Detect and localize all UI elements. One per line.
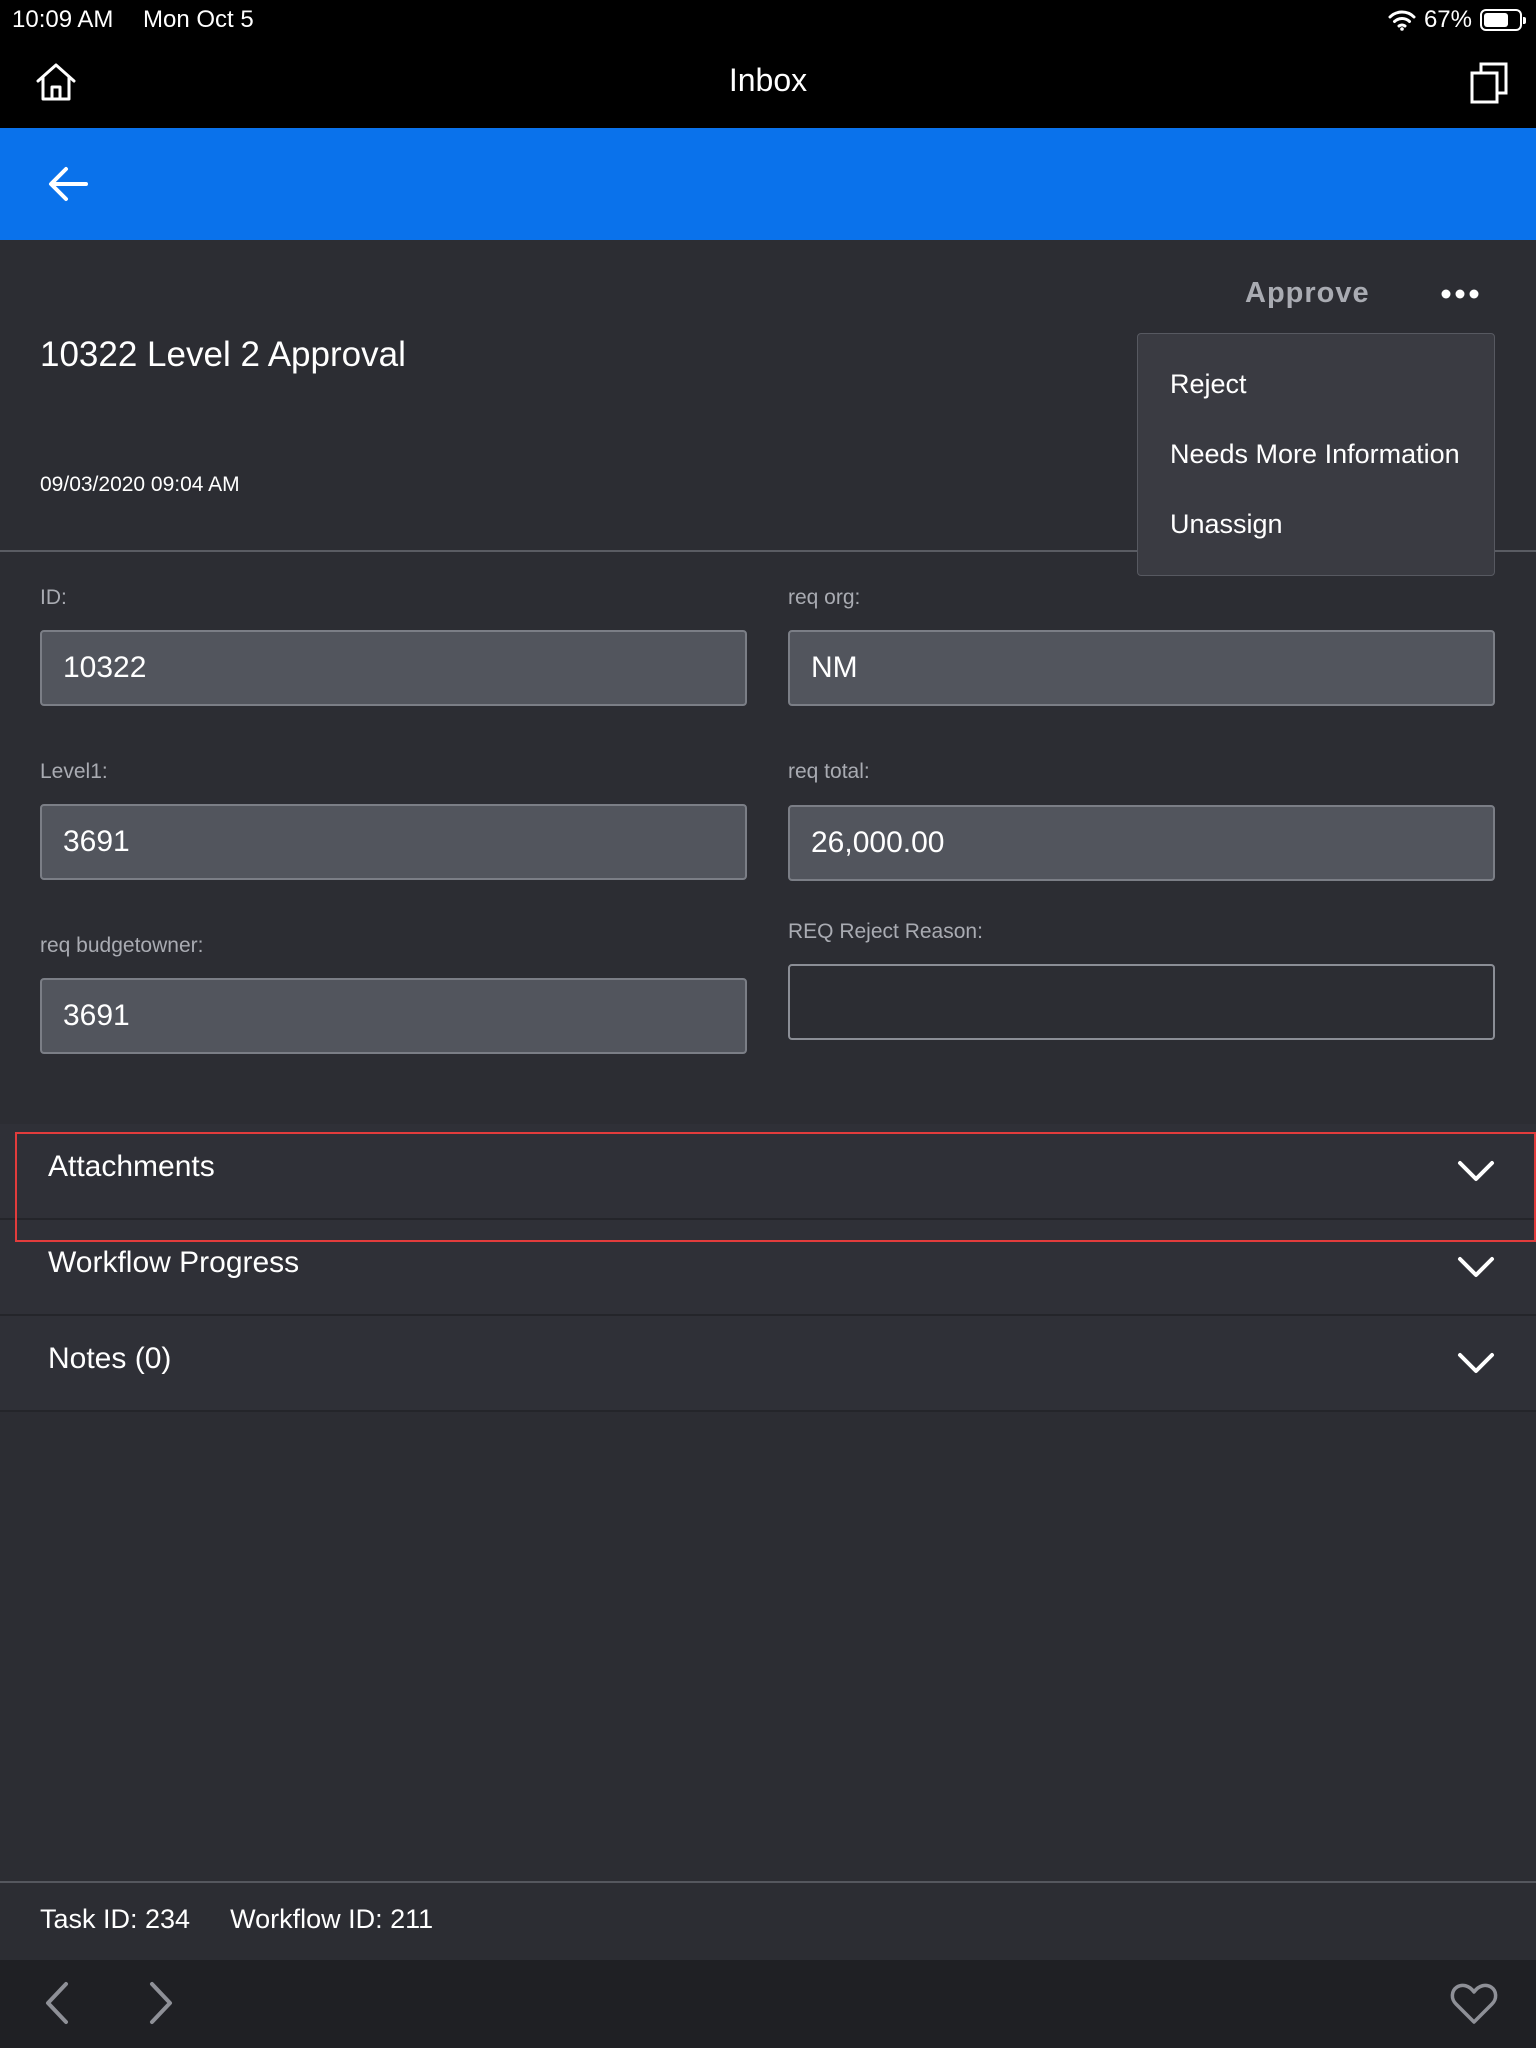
level1-field[interactable]: 3691 — [40, 804, 747, 880]
req-total-label: req total: — [788, 760, 870, 783]
windows-icon[interactable] — [1469, 61, 1509, 105]
status-indicators: 67% — [1388, 6, 1526, 34]
battery-icon — [1480, 9, 1526, 31]
status-date: Mon Oct 5 — [143, 6, 254, 33]
req-budgetowner-label: req budgetowner: — [40, 934, 204, 957]
more-options-menu: Reject Needs More Information Unassign — [1137, 333, 1495, 576]
id-field[interactable]: 10322 — [40, 630, 747, 706]
attachments-section[interactable]: Attachments — [0, 1124, 1536, 1220]
notes-section[interactable]: Notes (0) — [0, 1316, 1536, 1412]
id-label: ID: — [40, 586, 67, 609]
workflow-id: Workflow ID: 211 — [230, 1904, 434, 1934]
req-org-label: req org: — [788, 586, 861, 609]
req-org-field[interactable]: NM — [788, 630, 1495, 706]
task-date: 09/03/2020 09:04 AM — [40, 473, 240, 496]
req-reject-reason-field[interactable] — [788, 964, 1495, 1040]
task-id: Task ID: 234 — [40, 1904, 191, 1934]
chevron-left-icon[interactable] — [42, 1980, 72, 2026]
chevron-down-icon[interactable] — [1456, 1351, 1496, 1375]
chevron-down-icon[interactable] — [1456, 1255, 1496, 1279]
nav-bar: Inbox — [0, 40, 1536, 128]
req-total-field[interactable]: 26,000.00 — [788, 805, 1495, 881]
menu-item-needs-more-information[interactable]: Needs More Information — [1170, 439, 1460, 470]
footer-ids: Task ID: 234 Workflow ID: 211 — [40, 1904, 433, 1935]
back-arrow-icon[interactable] — [46, 164, 90, 204]
workflow-progress-label: Workflow Progress — [48, 1246, 300, 1279]
approve-button[interactable]: Approve — [1245, 277, 1370, 310]
req-budgetowner-field[interactable]: 3691 — [40, 978, 747, 1054]
workflow-progress-section[interactable]: Workflow Progress — [0, 1220, 1536, 1316]
app-header — [0, 128, 1536, 240]
status-bar: 10:09 AM Mon Oct 5 67% — [0, 0, 1536, 40]
attachments-label: Attachments — [48, 1150, 215, 1183]
task-title: 10322 Level 2 Approval — [40, 335, 406, 374]
chevron-down-icon[interactable] — [1456, 1159, 1496, 1183]
nav-title: Inbox — [728, 62, 808, 98]
footer-divider — [0, 1881, 1536, 1883]
notes-label: Notes (0) — [48, 1342, 172, 1375]
battery-percent: 67% — [1423, 6, 1472, 33]
req-reject-reason-label: REQ Reject Reason: — [788, 920, 983, 943]
level1-label: Level1: — [40, 760, 108, 783]
wifi-icon — [1388, 10, 1416, 31]
menu-item-unassign[interactable]: Unassign — [1170, 509, 1283, 540]
status-time: 10:09 AM — [12, 6, 114, 33]
bottom-toolbar — [0, 1960, 1536, 2048]
more-options-icon[interactable] — [1440, 286, 1480, 302]
screen: 10:09 AM Mon Oct 5 67% Inbox 10322 Level… — [0, 0, 1536, 2048]
chevron-right-icon[interactable] — [146, 1980, 176, 2026]
menu-item-reject[interactable]: Reject — [1170, 369, 1247, 400]
heart-icon[interactable] — [1450, 1982, 1498, 2026]
